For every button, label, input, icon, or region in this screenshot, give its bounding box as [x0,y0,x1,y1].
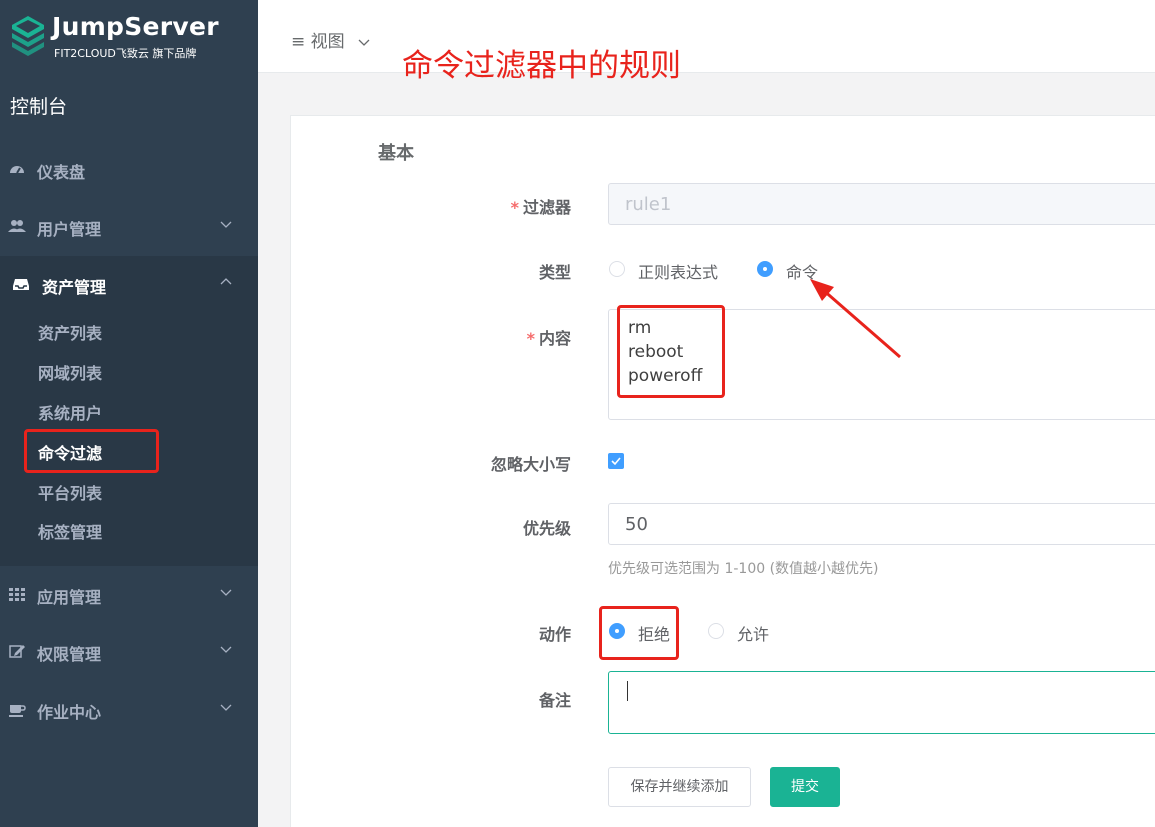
sidebar-item-applications[interactable]: 应用管理 [0,566,258,622]
sidebar-subitem-label-management[interactable]: 标签管理 [38,519,102,543]
view-menu-button[interactable]: ≡ 视图 [291,27,370,52]
chevron-down-icon [220,646,232,653]
sidebar-item-label: 权限管理 [37,645,102,664]
ignore-case-label: 忽略大小写 [490,455,571,474]
check-icon [611,457,621,466]
comment-label: 备注 [538,691,571,710]
sidebar-item-jobs[interactable]: 作业中心 [0,681,258,737]
chevron-up-icon [220,278,232,285]
nav-bottom-group: 应用管理 权限管理 作业中心 [0,566,258,827]
priority-hint: 优先级可选范围为 1-100 (数值越小越优先) [608,561,879,577]
sidebar-item-permissions[interactable]: 权限管理 [0,623,258,679]
nav-top-group: 仪表盘 用户管理 [0,141,258,256]
submit-button[interactable]: 提交 [770,767,840,807]
chevron-down-icon [220,704,232,711]
logo-title: JumpServer [52,12,219,41]
sidebar-item-label: 应用管理 [37,588,102,607]
sidebar-item-label: 用户管理 [37,220,102,239]
logo-subtitle: FIT2CLOUD飞致云 旗下品牌 [54,47,197,60]
inbox-icon [13,279,29,290]
text-caret [627,681,628,701]
nav-assets-group: 资产管理 资产列表 网域列表 系统用户 命令过滤 平台列表 标签管理 [0,256,258,566]
annotation-box-action [599,606,679,660]
users-icon [8,220,26,232]
coffee-icon [9,705,26,717]
type-label: 类型 [538,263,571,282]
menu-icon: ≡ [291,32,306,52]
grid-icon [9,588,25,601]
jumpserver-logo-icon [12,16,44,56]
annotation-title: 命令过滤器中的规则 [402,48,681,84]
sidebar-item-dashboard[interactable]: 仪表盘 [0,141,258,197]
sidebar-subitem-platform-list[interactable]: 平台列表 [38,480,102,504]
sidebar: JumpServer FIT2CLOUD飞致云 旗下品牌 控制台 仪表盘 用户管… [0,0,258,827]
sidebar-item-label: 作业中心 [37,703,102,722]
filter-label: * 过滤器 [510,198,571,217]
view-label: 视图 [310,32,345,52]
sidebar-subitem-asset-list[interactable]: 资产列表 [38,320,102,344]
console-title[interactable]: 控制台 [10,92,67,119]
save-and-continue-button[interactable]: 保存并继续添加 [608,767,751,807]
sidebar-item-users[interactable]: 用户管理 [0,198,258,254]
comment-field[interactable] [608,671,1155,734]
annotation-box-command-filter [24,429,159,473]
top-bar: ≡ 视图 [258,0,1155,73]
sidebar-subitem-system-users[interactable]: 系统用户 [38,400,102,424]
filter-field: rule1 [608,183,1155,225]
annotation-box-content [617,305,725,398]
annotation-arrow-icon [810,279,901,359]
sidebar-item-assets[interactable]: 资产管理 [0,256,258,312]
chevron-down-icon [358,39,370,46]
edit-icon [9,645,25,658]
content-label: * 内容 [526,329,571,348]
sidebar-subitem-domain-list[interactable]: 网域列表 [38,360,102,384]
sidebar-item-label: 资产管理 [42,278,107,297]
section-title: 基本 [378,143,414,164]
dashboard-icon [10,166,24,174]
sidebar-item-label: 仪表盘 [37,163,86,182]
chevron-down-icon [220,589,232,596]
chevron-down-icon [220,221,232,228]
ignore-case-checkbox[interactable] [608,453,624,469]
logo[interactable]: JumpServer FIT2CLOUD飞致云 旗下品牌 [0,0,258,75]
priority-input[interactable]: 50 [608,503,1155,545]
priority-label: 优先级 [522,519,571,538]
action-label: 动作 [538,625,571,644]
